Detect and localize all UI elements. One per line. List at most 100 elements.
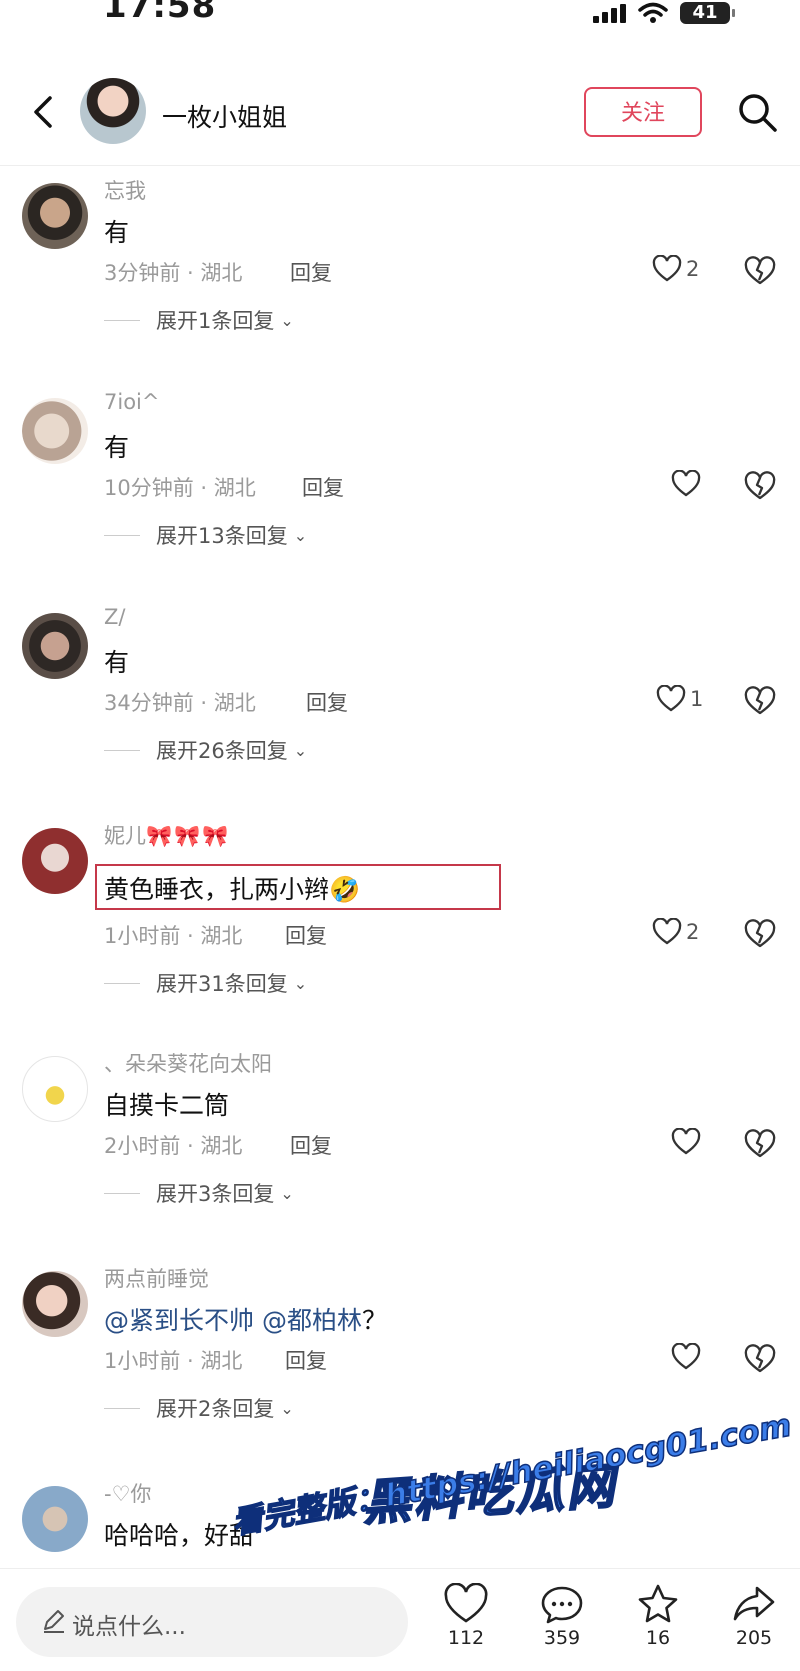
share-icon <box>733 1586 775 1621</box>
comment-item: 妮儿🎀🎀🎀 黄色睡衣，扎两小辫🤣 1小时前 · 湖北 回复 2 展开31条回复 ⌄ <box>0 820 800 1010</box>
like-button[interactable]: 2 <box>652 255 699 283</box>
chevron-down-icon: ⌄ <box>293 740 308 760</box>
comment-time: 1小时前 · 湖北 <box>104 1349 243 1373</box>
avatar[interactable] <box>22 1486 88 1552</box>
mention-link[interactable]: @都柏林 <box>262 1306 362 1335</box>
like-count: 2 <box>686 257 700 281</box>
like-button[interactable] <box>671 1128 705 1156</box>
chevron-down-icon: ⌄ <box>280 1183 294 1203</box>
dislike-icon[interactable] <box>744 919 776 949</box>
heart-icon <box>444 1583 488 1623</box>
reply-button[interactable]: 回复 <box>285 1345 327 1375</box>
comment-text: 有 <box>104 648 130 677</box>
input-placeholder: 说点什么... <box>72 1614 186 1640</box>
heart-icon <box>671 1343 701 1370</box>
signal-icon <box>593 3 626 23</box>
expand-replies[interactable]: 展开2条回复 ⌄ <box>104 1393 294 1423</box>
comment-author[interactable]: 妮儿🎀🎀🎀 <box>104 820 230 850</box>
comment-input[interactable]: 说点什么... <box>16 1587 408 1657</box>
avatar[interactable] <box>22 183 88 249</box>
reply-button[interactable]: 回复 <box>302 472 344 502</box>
share-total: 205 <box>735 1627 773 1649</box>
comment-author[interactable]: 两点前睡觉 <box>104 1263 209 1293</box>
comment-text: 有 <box>104 218 130 247</box>
comment-author[interactable]: -♡你 <box>104 1478 151 1508</box>
reply-button[interactable]: 回复 <box>285 920 327 950</box>
comment-text: 有 <box>104 433 130 462</box>
mention-link[interactable]: @紧到长不帅 <box>104 1306 254 1335</box>
like-button[interactable] <box>671 1343 705 1371</box>
comment-item: 、朵朵葵花向太阳 自摸卡二筒 2小时前 · 湖北 回复 展开3条回复 ⌄ <box>0 1048 800 1238</box>
like-action[interactable]: 112 <box>436 1583 496 1649</box>
reply-button[interactable]: 回复 <box>306 687 348 717</box>
chevron-down-icon: ⌄ <box>280 310 294 330</box>
back-icon[interactable] <box>24 92 64 132</box>
heart-icon <box>671 1128 701 1155</box>
expand-replies[interactable]: 展开26条回复 ⌄ <box>104 735 307 765</box>
heart-icon <box>652 255 682 282</box>
like-button[interactable]: 1 <box>656 685 703 713</box>
reply-button[interactable]: 回复 <box>290 1130 332 1160</box>
comment-item: 7ioi^ 有 10分钟前 · 湖北 回复 展开13条回复 ⌄ <box>0 390 800 580</box>
comment-item: 忘我 有 3分钟前 · 湖北 回复 2 展开1条回复 ⌄ <box>0 175 800 365</box>
favorite-action[interactable]: 16 <box>628 1583 688 1649</box>
avatar[interactable] <box>22 398 88 464</box>
wifi-icon <box>638 2 668 23</box>
comment-bubble-icon <box>541 1586 583 1624</box>
comment-author[interactable]: Z/ <box>104 605 125 629</box>
like-count: 1 <box>690 687 704 711</box>
heart-icon <box>652 918 682 945</box>
author-avatar[interactable] <box>80 78 146 144</box>
comment-item: Z/ 有 34分钟前 · 湖北 回复 1 展开26条回复 ⌄ <box>0 605 800 795</box>
like-total: 112 <box>447 1627 485 1649</box>
avatar[interactable] <box>22 1056 88 1122</box>
avatar[interactable] <box>22 828 88 894</box>
status-time: 17:58 <box>103 0 217 26</box>
battery-icon: 41 <box>680 2 735 24</box>
dislike-icon[interactable] <box>744 1129 776 1159</box>
star-icon <box>638 1584 678 1623</box>
pencil-icon <box>44 1610 64 1633</box>
avatar[interactable] <box>22 613 88 679</box>
dislike-icon[interactable] <box>744 256 776 286</box>
expand-replies[interactable]: 展开31条回复 ⌄ <box>104 968 307 998</box>
comment-time: 1小时前 · 湖北 <box>104 924 243 948</box>
comment-text: 黄色睡衣，扎两小辫🤣 <box>104 875 361 904</box>
chevron-down-icon: ⌄ <box>293 973 308 993</box>
search-icon[interactable] <box>735 90 779 134</box>
heart-icon <box>671 470 701 497</box>
like-button[interactable]: 2 <box>652 918 699 946</box>
comment-time: 2小时前 · 湖北 <box>104 1134 243 1158</box>
comment-time: 34分钟前 · 湖北 <box>104 691 256 715</box>
author-name[interactable]: 一枚小姐姐 <box>162 98 287 134</box>
dislike-icon[interactable] <box>744 686 776 716</box>
status-bar: 17:58 41 <box>0 0 800 40</box>
comment-author[interactable]: 、朵朵葵花向太阳 <box>104 1048 272 1078</box>
like-button[interactable] <box>671 470 705 498</box>
comment-time: 3分钟前 · 湖北 <box>104 261 243 285</box>
comment-author[interactable]: 忘我 <box>104 175 146 205</box>
comment-text: 自摸卡二筒 <box>104 1091 230 1120</box>
like-count: 2 <box>686 920 700 944</box>
follow-button[interactable]: 关注 <box>584 87 702 137</box>
chevron-down-icon: ⌄ <box>293 525 308 545</box>
share-action[interactable]: 205 <box>724 1583 784 1649</box>
favorite-total: 16 <box>645 1627 671 1649</box>
heart-icon <box>656 685 686 712</box>
header: 一枚小姐姐 关注 <box>0 70 800 166</box>
dislike-icon[interactable] <box>744 1344 776 1374</box>
comment-action[interactable]: 359 <box>532 1583 592 1649</box>
expand-replies[interactable]: 展开13条回复 ⌄ <box>104 520 307 550</box>
comment-text: @紧到长不帅 @都柏林？ <box>104 1306 387 1335</box>
bottom-bar: 说点什么... 112 359 16 205 <box>0 1568 800 1671</box>
chevron-down-icon: ⌄ <box>280 1398 294 1418</box>
expand-replies[interactable]: 展开1条回复 ⌄ <box>104 305 294 335</box>
dislike-icon[interactable] <box>744 471 776 501</box>
expand-replies[interactable]: 展开3条回复 ⌄ <box>104 1178 294 1208</box>
comment-total: 359 <box>543 1627 581 1649</box>
comment-author[interactable]: 7ioi^ <box>104 390 159 414</box>
bow-emoji: 🎀🎀🎀 <box>146 824 231 848</box>
avatar[interactable] <box>22 1271 88 1337</box>
reply-button[interactable]: 回复 <box>290 257 332 287</box>
comment-time: 10分钟前 · 湖北 <box>104 476 256 500</box>
